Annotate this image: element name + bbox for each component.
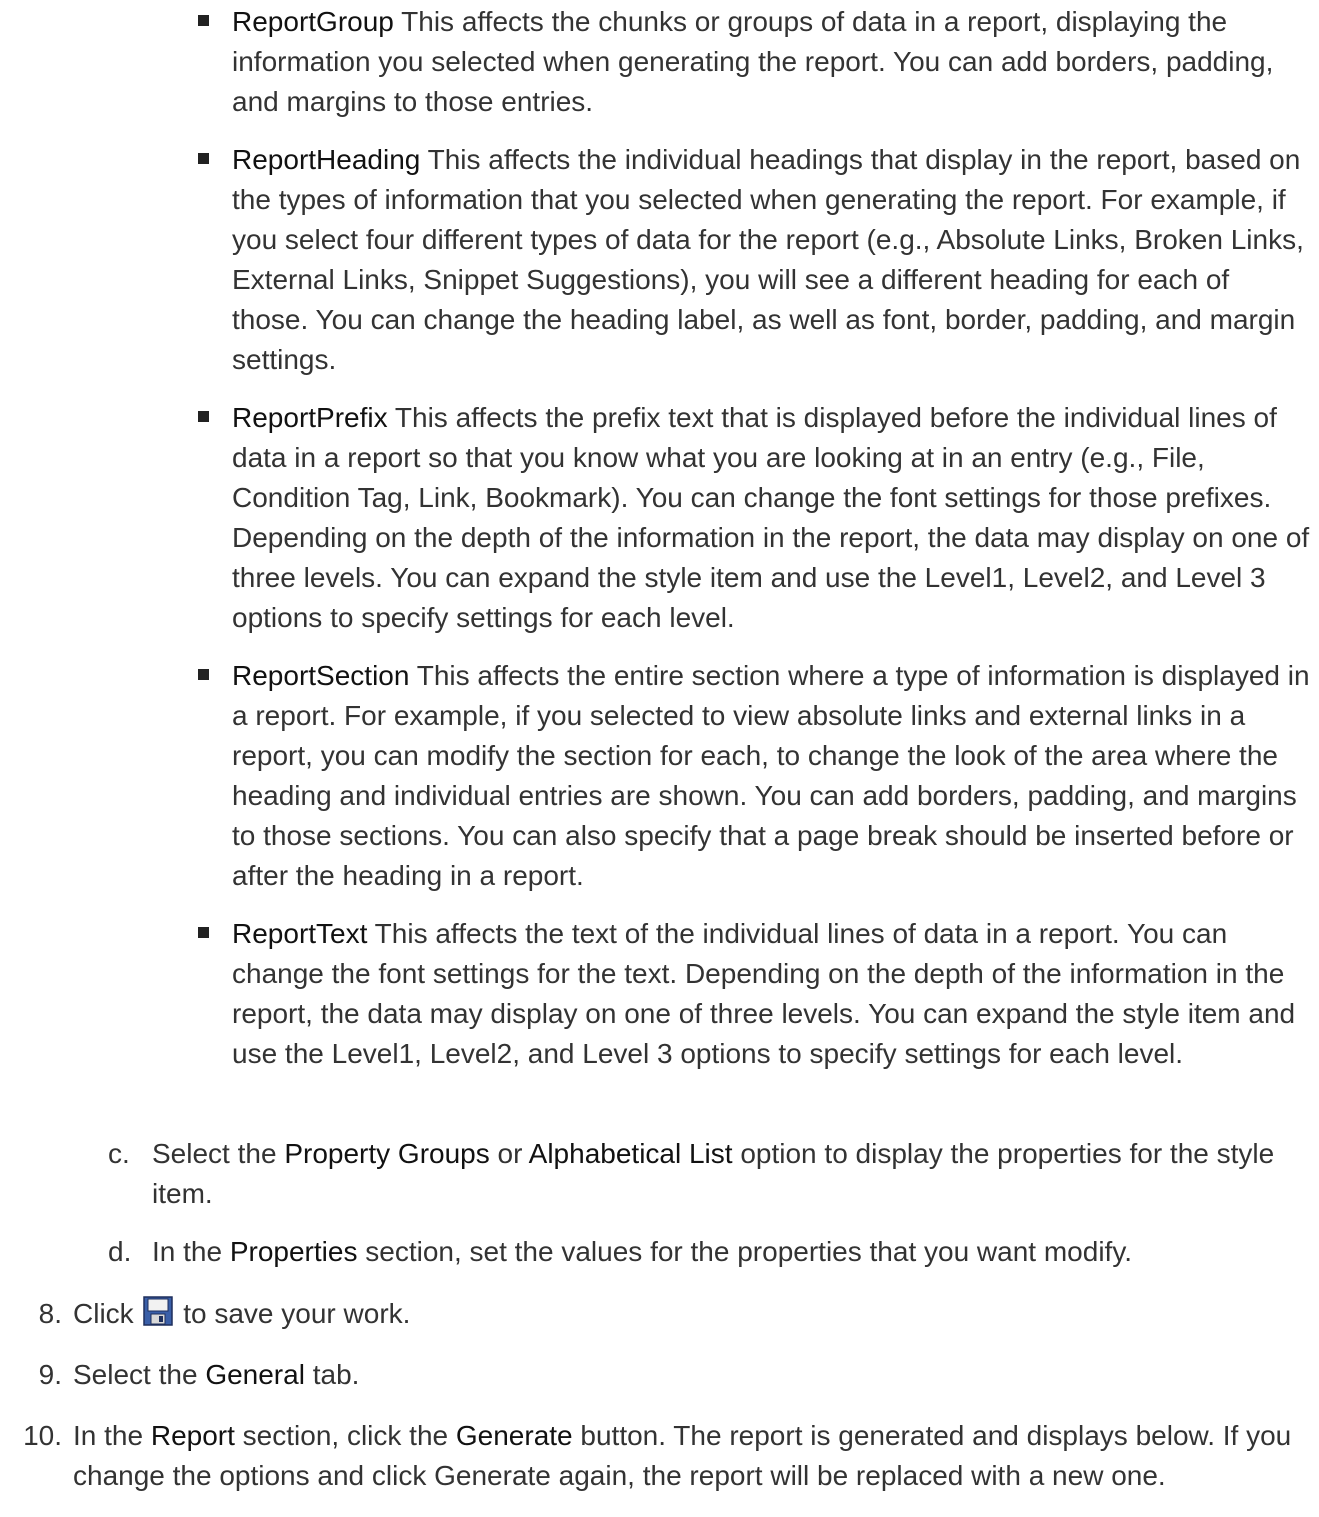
term-report-section: ReportSection (232, 660, 410, 691)
ui-term-generate: Generate (455, 1420, 573, 1451)
text: section, set the values for the properti… (357, 1236, 1133, 1267)
description: This affects the prefix text that is dis… (232, 402, 1310, 633)
step-list: 8. Click to save your work. 9. Select the … (0, 1294, 1319, 1517)
term-report-heading: ReportHeading (232, 144, 421, 175)
term-report-group: ReportGroup (232, 6, 394, 37)
list-item: ReportText This affects the text of the … (198, 914, 1312, 1074)
list-item: ReportGroup This affects the chunks or g… (198, 2, 1312, 122)
save-icon (143, 1296, 174, 1326)
substep-marker: d. (108, 1236, 132, 1267)
text: Select the (152, 1138, 285, 1169)
list-item: ReportPrefix This affects the prefix tex… (198, 398, 1312, 638)
ui-term-report: Report (150, 1420, 235, 1451)
bullet-square-icon (198, 15, 209, 26)
term-report-prefix: ReportPrefix (232, 402, 388, 433)
step-9: 9. Select the General tab. (0, 1355, 1319, 1395)
style-item-list: ReportGroup This affects the chunks or g… (198, 2, 1312, 1092)
step-number: 8. (38, 1298, 62, 1329)
list-item: ReportHeading This affects the individua… (198, 140, 1312, 380)
term-report-text: ReportText (232, 918, 368, 949)
text: In the (73, 1420, 151, 1451)
substep-d: d. In the Properties section, set the val… (72, 1232, 1312, 1272)
step-number: 9. (38, 1359, 62, 1390)
text: to save your work. (175, 1298, 411, 1329)
step-8: 8. Click to save your work. (0, 1294, 1319, 1334)
text: In the (152, 1236, 230, 1267)
bullet-square-icon (198, 411, 209, 422)
bullet-square-icon (198, 669, 209, 680)
text: Select the (73, 1359, 206, 1390)
text: Click (73, 1298, 142, 1329)
description: This affects the text of the individual … (232, 918, 1296, 1069)
substep-list: c. Select the Property Groups or Alphabet… (72, 1134, 1312, 1290)
text: section, click the (234, 1420, 456, 1451)
description: This affects the individual headings tha… (232, 144, 1304, 375)
ui-term-properties: Properties (229, 1236, 358, 1267)
step-number: 10. (23, 1420, 62, 1451)
ui-term-property-groups: Property Groups (284, 1138, 490, 1169)
step-10: 10. In the Report section, click the Gene… (0, 1416, 1319, 1496)
ui-term-general: General (205, 1359, 305, 1390)
text: or (489, 1138, 529, 1169)
text: tab. (304, 1359, 360, 1390)
list-item: ReportSection This affects the entire se… (198, 656, 1312, 896)
ui-term-alphabetical-list: Alphabetical List (528, 1138, 733, 1169)
substep-marker: c. (108, 1138, 130, 1169)
bullet-square-icon (198, 927, 209, 938)
bullet-square-icon (198, 153, 209, 164)
substep-c: c. Select the Property Groups or Alphabet… (72, 1134, 1312, 1214)
description: This affects the entire section where a … (232, 660, 1310, 891)
